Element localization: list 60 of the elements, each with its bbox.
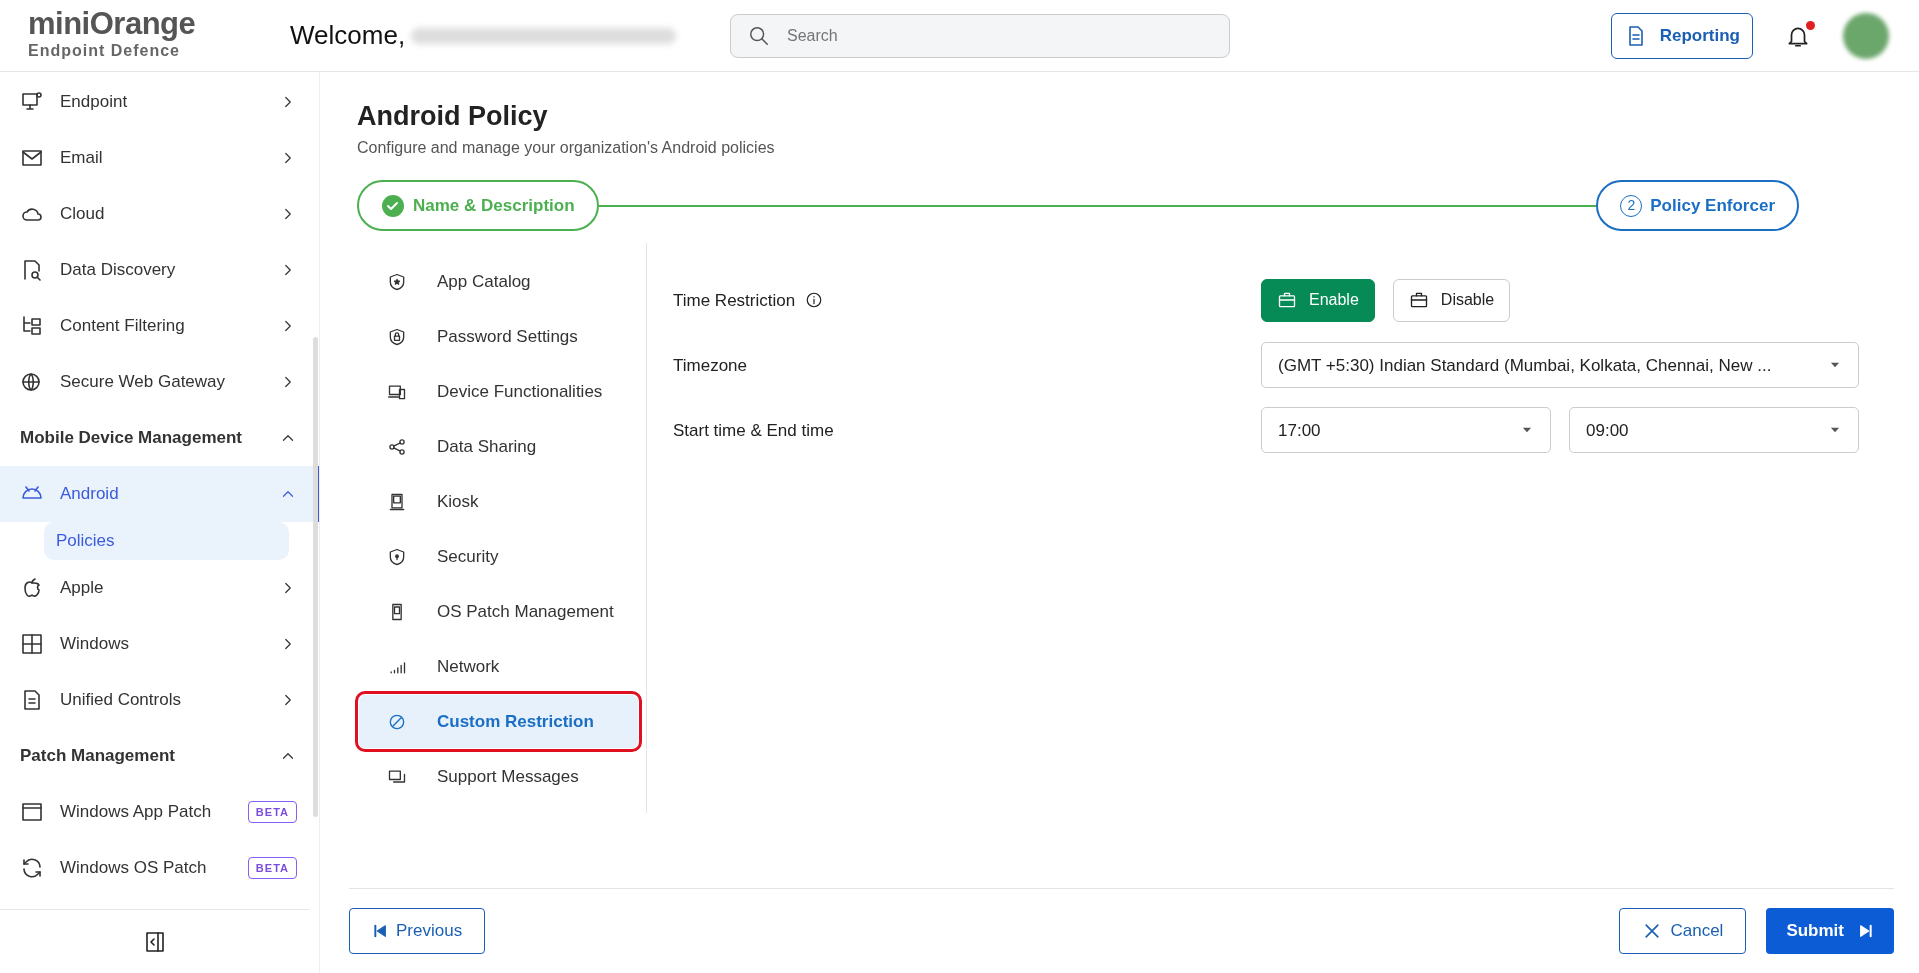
shield-keyhole-icon <box>387 546 407 567</box>
kiosk-icon <box>387 491 407 512</box>
setting-label: Start time & End time <box>673 419 834 442</box>
sidebar-item[interactable]: Windows OS Patch BETA <box>0 840 319 896</box>
hierarchy-icon <box>20 314 44 338</box>
reporting-button[interactable]: Reporting <box>1610 12 1753 59</box>
sidebar-item[interactable]: Cloud <box>0 186 319 242</box>
policy-menu-item[interactable]: App Catalog <box>359 255 638 309</box>
cancel-button[interactable]: Cancel <box>1619 908 1747 954</box>
refresh-icon <box>20 856 44 880</box>
policy-menu-item[interactable]: Password Settings <box>359 310 638 364</box>
sidebar-item[interactable]: Email <box>0 130 319 186</box>
section-header[interactable]: Patch Management <box>0 728 319 784</box>
page-title: Android Policy <box>357 100 549 133</box>
shield-star-icon <box>387 271 407 292</box>
section-title: Patch Management <box>20 745 176 768</box>
welcome-text: Welcome, <box>290 19 406 52</box>
sidebar-subitem[interactable]: Policies <box>44 522 289 560</box>
setting-label: Time Restriction <box>673 289 796 312</box>
stepper-step[interactable]: 2 Policy Enforcer <box>1596 180 1799 232</box>
sidebar-item[interactable]: Secure Web Gateway <box>0 354 319 410</box>
policy-menu-item[interactable]: Network <box>359 640 638 694</box>
page-subtitle: Configure and manage your organization's Android policies <box>357 138 776 159</box>
previous-button[interactable]: Previous <box>349 908 486 954</box>
dropdown-field[interactable]: 17:00 <box>1261 407 1551 454</box>
check-circle-icon <box>381 193 405 218</box>
section-header[interactable]: Mobile Device Management <box>0 410 319 466</box>
sidebar-item[interactable]: Content Filtering <box>0 298 319 354</box>
dropdown-field[interactable]: 09:00 <box>1569 407 1859 454</box>
section-title: Mobile Device Management <box>20 427 243 450</box>
submit-button[interactable]: Submit <box>1766 908 1894 954</box>
share-icon <box>387 436 407 457</box>
skip-back-icon <box>372 923 388 939</box>
beta-badge: BETA <box>247 856 297 880</box>
policy-menu-item[interactable]: Security <box>359 530 638 584</box>
browser-window-icon <box>20 800 44 824</box>
beta-badge: BETA <box>247 800 297 824</box>
policy-menu-item[interactable]: Kiosk <box>359 475 638 529</box>
logo-text: miniOrange <box>28 8 196 39</box>
shield-lock-icon <box>387 326 407 347</box>
sidebar-item[interactable]: Windows App Patch BETA <box>0 784 319 840</box>
skip-forward-icon <box>1858 923 1874 939</box>
policy-menu-item[interactable]: Device Functionalities <box>359 365 638 419</box>
logo-subtitle: Endpoint Defence <box>28 41 180 61</box>
sidebar-item[interactable]: Android <box>0 466 319 522</box>
search-field[interactable]: Search <box>730 13 1230 58</box>
dropdown-field[interactable]: (GMT +5:30) Indian Standard (Mumbai, Kolkata, Chennai, New ... <box>1261 342 1859 389</box>
policy-menu-item[interactable]: Support Messages <box>359 750 638 804</box>
policy-menu-item[interactable]: OS Patch Management <box>359 585 638 639</box>
toggle-button[interactable]: Enable <box>1261 278 1375 322</box>
avatar[interactable] <box>1843 12 1889 59</box>
setting-label: Timezone <box>673 354 747 377</box>
sidebar-item[interactable]: Endpoint <box>0 74 319 130</box>
toggle-button[interactable]: Disable <box>1392 278 1511 322</box>
windows-icon <box>20 632 44 656</box>
sidebar-item[interactable]: Unified Controls <box>0 672 319 728</box>
sidebar-item[interactable]: Windows <box>0 616 319 672</box>
sidebar-item[interactable]: Apple <box>0 560 319 616</box>
policy-menu-item[interactable]: Data Sharing <box>359 420 638 474</box>
sidebar-item[interactable]: Data Discovery <box>0 242 319 298</box>
